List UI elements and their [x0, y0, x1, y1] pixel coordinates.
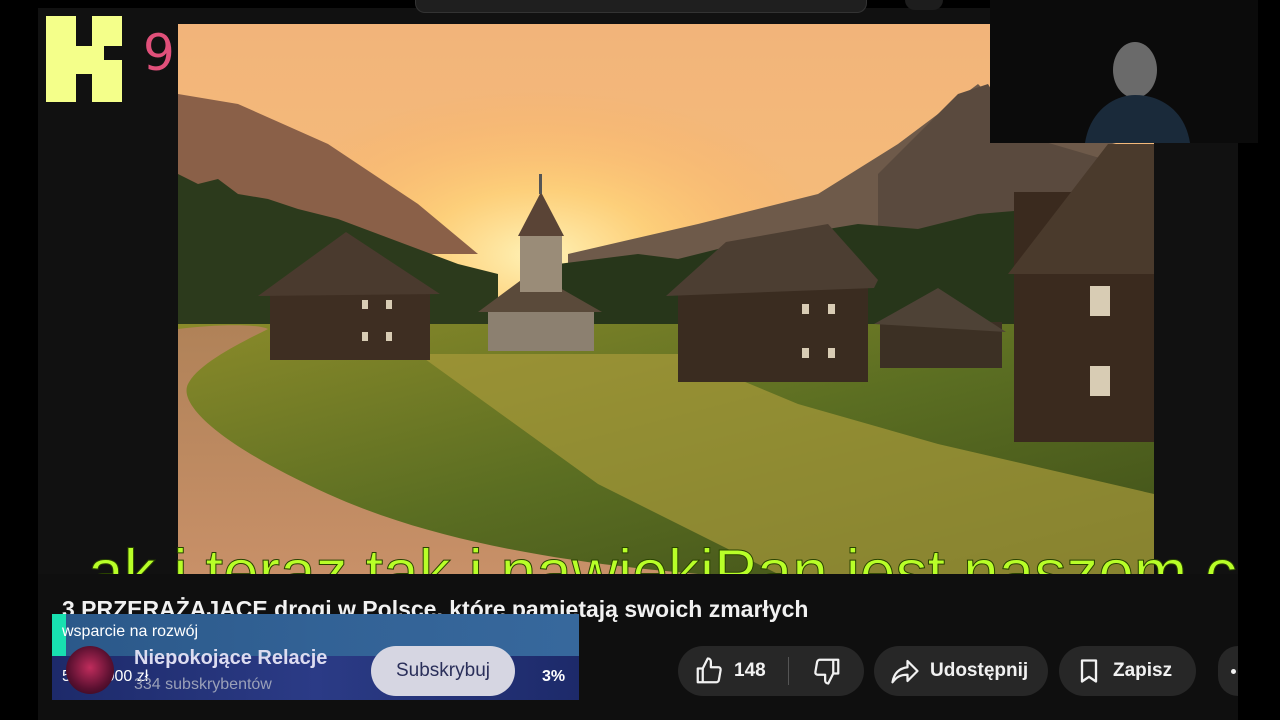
- save-button[interactable]: Zapisz: [1059, 646, 1196, 696]
- subscriber-count: 334 subskrybentów: [134, 676, 272, 693]
- search-voice-button[interactable]: [905, 0, 943, 10]
- subscribe-button[interactable]: Subskrybuj: [371, 646, 515, 696]
- share-icon: [890, 656, 920, 686]
- dislike-button[interactable]: [789, 646, 864, 696]
- like-count: 148: [734, 660, 766, 681]
- thumbs-up-icon: [696, 657, 722, 684]
- logo-number: 9: [143, 24, 175, 82]
- like-dislike-group: 148: [678, 646, 864, 696]
- support-label: wsparcie na rozwój: [62, 623, 199, 640]
- channel-avatar[interactable]: [66, 646, 114, 694]
- save-label: Zapisz: [1113, 660, 1173, 681]
- more-dots-icon: [1231, 669, 1236, 674]
- search-bar[interactable]: [415, 0, 867, 13]
- support-percent: 3%: [542, 668, 566, 685]
- share-button[interactable]: Udostępnij: [874, 646, 1048, 696]
- thumbs-down-icon: [813, 658, 839, 685]
- share-label: Udostępnij: [930, 660, 1029, 681]
- webcam-overlay: [990, 0, 1258, 143]
- k-logo-icon: [46, 16, 124, 102]
- bookmark-icon: [1075, 656, 1103, 686]
- channel-name[interactable]: Niepokojące Relacje: [134, 647, 327, 670]
- like-button[interactable]: 148: [678, 646, 788, 696]
